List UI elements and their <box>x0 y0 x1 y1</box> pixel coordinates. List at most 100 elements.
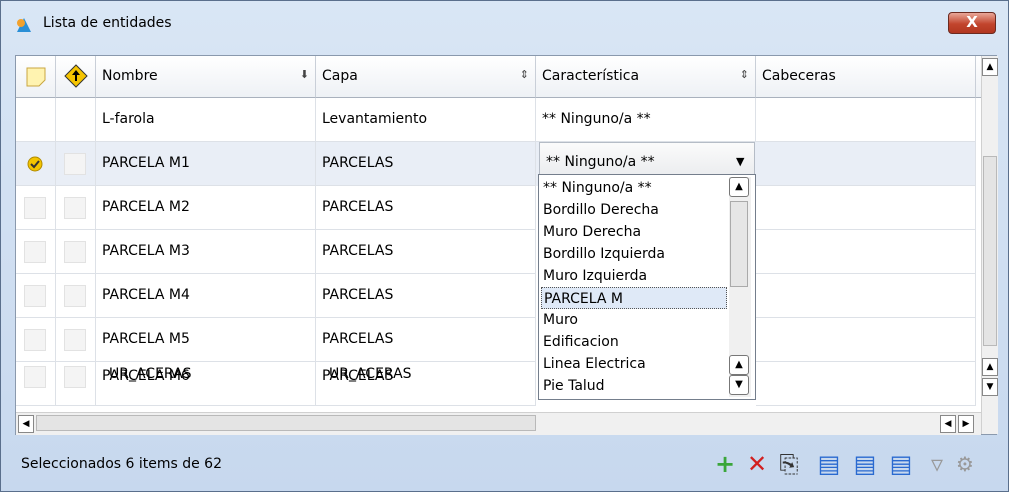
capa-text: Levantamiento <box>322 111 428 127</box>
export-icon[interactable]: ▤ <box>815 447 843 481</box>
close-button[interactable]: X <box>948 12 996 34</box>
header-nombre-label: Nombre <box>102 68 158 84</box>
delete-icon[interactable]: ✕ <box>743 447 771 481</box>
scroll-left-small-icon[interactable]: ◀ <box>940 415 956 433</box>
row-checkbox[interactable] <box>24 329 46 351</box>
cabeceras-cell <box>756 186 976 230</box>
flag-cell <box>56 318 96 362</box>
nombre-text: PARCELA M2 <box>102 199 190 215</box>
nombre-text: PARCELA M3 <box>102 243 190 259</box>
chevron-down-icon[interactable]: ▼ <box>736 155 744 168</box>
cabeceras-cell <box>756 142 976 186</box>
dropdown-scroll-thumb[interactable] <box>730 201 748 287</box>
scroll-down-icon[interactable]: ▼ <box>982 378 998 396</box>
check-cell[interactable] <box>16 142 56 186</box>
table-row[interactable]: PARCELA M4 PARCELAS <box>16 274 976 318</box>
dropdown-option[interactable]: Muro <box>543 309 578 331</box>
flag-checkbox[interactable] <box>64 329 86 351</box>
caracteristica-dropdown[interactable]: ** Ninguno/a ** Bordillo Derecha Muro De… <box>538 174 756 400</box>
check-cell[interactable] <box>16 186 56 230</box>
dropdown-option-selected[interactable]: PARCELA M <box>541 287 727 309</box>
dropdown-scroll-up-icon[interactable]: ▲ <box>729 177 749 197</box>
dropdown-option[interactable]: Bordillo Derecha <box>543 199 659 221</box>
print-icon[interactable]: ⎘ <box>775 447 803 481</box>
dropdown-option[interactable]: Pie Talud <box>543 375 605 397</box>
header-warning-column[interactable] <box>56 56 96 98</box>
flag-checkbox[interactable] <box>64 285 86 307</box>
dropdown-scroll-up-small-icon[interactable]: ▲ <box>729 355 749 375</box>
sort-handle-icon: ⇕ <box>519 68 529 81</box>
header-checkbox-column[interactable] <box>16 56 56 98</box>
flag-checkbox[interactable] <box>64 153 86 175</box>
nombre-text: PARCELA M1 <box>102 155 190 171</box>
dropdown-option[interactable]: Muro Izquierda <box>543 265 647 287</box>
header-nombre[interactable]: Nombre ⬇ <box>96 56 316 98</box>
header-caracteristica[interactable]: Característica ⇕ <box>536 56 756 98</box>
row-checkbox[interactable] <box>24 241 46 263</box>
nombre-cell: PARCELA M4 <box>96 274 316 318</box>
capa-cell: PARCELAS <box>316 142 536 186</box>
horizontal-scrollbar[interactable]: ◀ ◀ ▶ <box>16 412 981 435</box>
nombre-text: PARCELA M5 <box>102 331 190 347</box>
flag-cell <box>56 274 96 318</box>
header-capa[interactable]: Capa ⇕ <box>316 56 536 98</box>
table-row[interactable]: PARCELA M3 PARCELAS <box>16 230 976 274</box>
warning-sign-icon <box>64 64 88 88</box>
table-row-last[interactable]: UR_ACERAS UR_ACERAS <box>15 360 975 390</box>
dropdown-scrollbar[interactable]: ▲ ▲ ▼ <box>729 177 751 397</box>
header-caracteristica-label: Característica <box>542 68 640 84</box>
row-checkbox[interactable] <box>24 197 46 219</box>
scroll-left-icon[interactable]: ◀ <box>18 415 34 433</box>
scroll-right-icon[interactable]: ▶ <box>958 415 974 433</box>
checkmark-icon[interactable] <box>27 156 43 172</box>
header-cabeceras-label: Cabeceras <box>762 68 836 84</box>
export-alt-icon[interactable]: ▤ <box>851 447 879 481</box>
table-row[interactable]: PARCELA M5 PARCELAS <box>16 318 976 362</box>
flag-checkbox[interactable] <box>64 197 86 219</box>
check-cell[interactable] <box>16 318 56 362</box>
nombre-cell: PARCELA M1 <box>96 142 316 186</box>
table-row[interactable]: PARCELA M1 PARCELAS <box>16 142 976 186</box>
dropdown-option[interactable]: Linea Electrica <box>543 353 646 375</box>
flag-checkbox[interactable] <box>64 241 86 263</box>
header-cabeceras[interactable]: Cabeceras <box>756 56 976 98</box>
combobox-value: ** Ninguno/a ** <box>546 154 655 170</box>
table-row[interactable]: L-farola Levantamiento ** Ninguno/a ** <box>16 98 976 142</box>
cabeceras-cell <box>756 98 976 142</box>
dropdown-option[interactable]: ** Ninguno/a ** <box>543 177 652 199</box>
scroll-thumb[interactable] <box>983 156 997 346</box>
scroll-up-small-icon[interactable]: ▲ <box>982 358 998 376</box>
capa-cell: PARCELAS <box>316 186 536 230</box>
capa-text: PARCELAS <box>322 287 394 303</box>
sort-desc-icon: ⬇ <box>299 68 309 81</box>
scroll-up-icon[interactable]: ▲ <box>982 58 998 76</box>
check-cell[interactable] <box>16 230 56 274</box>
entity-list-window: Lista de entidades X Nombre ⬇ Capa ⇕ Carac… <box>0 0 1009 492</box>
dropdown-option[interactable]: Edificacion <box>543 331 619 353</box>
flag-cell <box>56 98 96 142</box>
dropdown-scroll-down-icon[interactable]: ▼ <box>729 375 749 395</box>
settings-icon[interactable]: ⚙ <box>951 447 979 481</box>
add-icon[interactable]: + <box>711 447 739 481</box>
flag-cell <box>56 142 96 186</box>
cabeceras-cell <box>756 274 976 318</box>
row-checkbox[interactable] <box>24 285 46 307</box>
dropdown-option[interactable]: Muro Derecha <box>543 221 641 243</box>
hscroll-thumb[interactable] <box>36 415 536 431</box>
export-list-icon[interactable]: ▤ <box>887 447 915 481</box>
capa-cell: PARCELAS <box>316 230 536 274</box>
nombre-cell: PARCELA M3 <box>96 230 316 274</box>
check-cell[interactable] <box>16 274 56 318</box>
vertical-scrollbar[interactable]: ▲ ▲ ▼ <box>981 56 998 434</box>
caracteristica-cell[interactable]: ** Ninguno/a ** <box>536 98 756 142</box>
flag-cell <box>56 230 96 274</box>
capa-text: PARCELAS <box>322 199 394 215</box>
check-cell[interactable] <box>16 98 56 142</box>
capa-cell: Levantamiento <box>316 98 536 142</box>
nombre-cell: L-farola <box>96 98 316 142</box>
caracteristica-text: ** Ninguno/a ** <box>542 111 651 127</box>
table-row[interactable]: PARCELA M2 PARCELAS <box>16 186 976 230</box>
dropdown-option[interactable]: Bordillo Izquierda <box>543 243 665 265</box>
note-icon <box>26 67 46 87</box>
filter-icon[interactable]: ▿ <box>923 447 951 481</box>
